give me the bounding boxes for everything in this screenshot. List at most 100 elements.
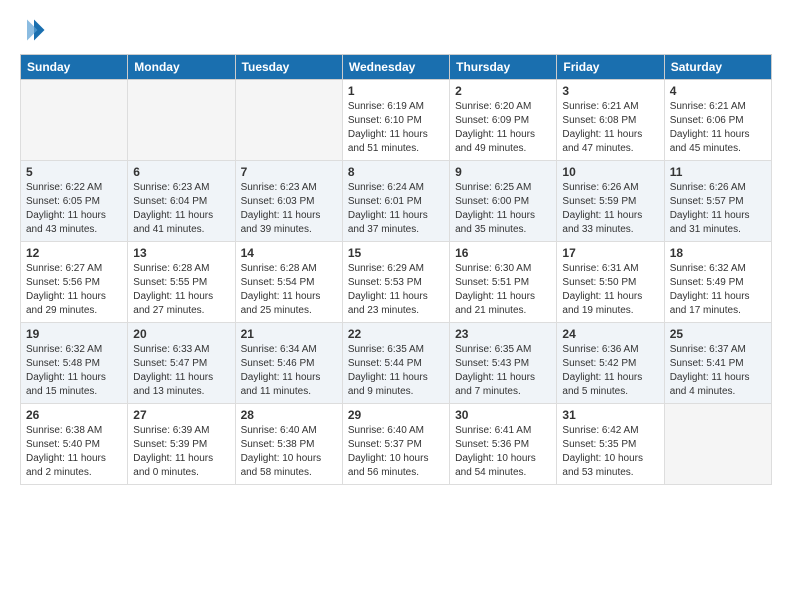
day-cell: 22Sunrise: 6:35 AM Sunset: 5:44 PM Dayli… (342, 323, 449, 404)
day-number: 19 (26, 327, 122, 341)
day-number: 27 (133, 408, 229, 422)
day-cell: 3 Sunrise: 6:21 AM Sunset: 6:08 PM Daylig… (557, 80, 664, 161)
day-number: 14 (241, 246, 337, 260)
day-info: Sunrise: 6:21 AM Sunset: 6:08 PM Dayligh… (562, 100, 658, 156)
day-info: Sunrise: 6:26 AM Sunset: 5:59 PM Dayligh… (562, 181, 658, 237)
day-cell: 18 Sunrise: 6:32 AM Sunset: 5:49 PM Dayli… (664, 242, 771, 323)
day-cell (235, 80, 342, 161)
day-info: Sunrise: 6:40 AM Sunset: 5:38 PM Dayligh… (241, 424, 337, 480)
week-row-2: 5Sunrise: 6:22 AM Sunset: 6:05 PM Daylig… (21, 161, 772, 242)
day-info: Sunrise: 6:41 AM Sunset: 5:36 PM Dayligh… (455, 424, 551, 480)
week-row-3: 12Sunrise: 6:27 AM Sunset: 5:56 PM Dayli… (21, 242, 772, 323)
weekday-header-monday: Monday (128, 55, 235, 80)
day-cell: 16 Sunrise: 6:30 AM Sunset: 5:51 PM Dayli… (450, 242, 557, 323)
day-cell (21, 80, 128, 161)
day-cell: 12Sunrise: 6:27 AM Sunset: 5:56 PM Dayli… (21, 242, 128, 323)
day-info: Sunrise: 6:42 AM Sunset: 5:35 PM Dayligh… (562, 424, 658, 480)
day-number: 23 (455, 327, 551, 341)
day-number: 20 (133, 327, 229, 341)
day-info: Sunrise: 6:29 AM Sunset: 5:53 PM Dayligh… (348, 262, 444, 318)
weekday-header-saturday: Saturday (664, 55, 771, 80)
day-info: Sunrise: 6:35 AM Sunset: 5:43 PM Dayligh… (455, 343, 551, 399)
day-number: 1 (348, 84, 444, 98)
day-number: 25 (670, 327, 766, 341)
day-number: 22 (348, 327, 444, 341)
weekday-header-tuesday: Tuesday (235, 55, 342, 80)
day-cell: 29Sunrise: 6:40 AM Sunset: 5:37 PM Dayli… (342, 404, 449, 485)
day-number: 17 (562, 246, 658, 260)
day-cell: 2Sunrise: 6:20 AM Sunset: 6:09 PM Daylig… (450, 80, 557, 161)
day-cell: 31 Sunrise: 6:42 AM Sunset: 5:35 PM Dayli… (557, 404, 664, 485)
logo-icon (20, 16, 48, 44)
day-info: Sunrise: 6:21 AM Sunset: 6:06 PM Dayligh… (670, 100, 766, 156)
day-number: 15 (348, 246, 444, 260)
day-info: Sunrise: 6:39 AM Sunset: 5:39 PM Dayligh… (133, 424, 229, 480)
day-cell: 7 Sunrise: 6:23 AM Sunset: 6:03 PM Daylig… (235, 161, 342, 242)
page: SundayMondayTuesdayWednesdayThursdayFrid… (0, 0, 792, 612)
day-info: Sunrise: 6:27 AM Sunset: 5:56 PM Dayligh… (26, 262, 122, 318)
header (20, 16, 772, 44)
day-number: 13 (133, 246, 229, 260)
day-cell: 19 Sunrise: 6:32 AM Sunset: 5:48 PM Dayli… (21, 323, 128, 404)
day-info: Sunrise: 6:32 AM Sunset: 5:49 PM Dayligh… (670, 262, 766, 318)
day-cell: 26 Sunrise: 6:38 AM Sunset: 5:40 PM Dayli… (21, 404, 128, 485)
day-number: 11 (670, 165, 766, 179)
day-number: 16 (455, 246, 551, 260)
day-info: Sunrise: 6:33 AM Sunset: 5:47 PM Dayligh… (133, 343, 229, 399)
day-cell: 30 Sunrise: 6:41 AM Sunset: 5:36 PM Dayli… (450, 404, 557, 485)
day-cell: 14 Sunrise: 6:28 AM Sunset: 5:54 PM Dayli… (235, 242, 342, 323)
day-cell: 6 Sunrise: 6:23 AM Sunset: 6:04 PM Daylig… (128, 161, 235, 242)
day-cell: 5Sunrise: 6:22 AM Sunset: 6:05 PM Daylig… (21, 161, 128, 242)
day-cell: 27 Sunrise: 6:39 AM Sunset: 5:39 PM Dayli… (128, 404, 235, 485)
day-number: 31 (562, 408, 658, 422)
day-cell: 17 Sunrise: 6:31 AM Sunset: 5:50 PM Dayli… (557, 242, 664, 323)
day-info: Sunrise: 6:34 AM Sunset: 5:46 PM Dayligh… (241, 343, 337, 399)
day-cell: 13 Sunrise: 6:28 AM Sunset: 5:55 PM Dayli… (128, 242, 235, 323)
day-info: Sunrise: 6:28 AM Sunset: 5:55 PM Dayligh… (133, 262, 229, 318)
logo (20, 16, 52, 44)
day-cell: 20 Sunrise: 6:33 AM Sunset: 5:47 PM Dayli… (128, 323, 235, 404)
day-info: Sunrise: 6:19 AM Sunset: 6:10 PM Dayligh… (348, 100, 444, 156)
day-number: 21 (241, 327, 337, 341)
day-info: Sunrise: 6:23 AM Sunset: 6:03 PM Dayligh… (241, 181, 337, 237)
day-info: Sunrise: 6:23 AM Sunset: 6:04 PM Dayligh… (133, 181, 229, 237)
day-cell (128, 80, 235, 161)
day-number: 9 (455, 165, 551, 179)
day-number: 26 (26, 408, 122, 422)
day-info: Sunrise: 6:38 AM Sunset: 5:40 PM Dayligh… (26, 424, 122, 480)
day-info: Sunrise: 6:37 AM Sunset: 5:41 PM Dayligh… (670, 343, 766, 399)
weekday-header-sunday: Sunday (21, 55, 128, 80)
day-number: 6 (133, 165, 229, 179)
day-cell: 1 Sunrise: 6:19 AM Sunset: 6:10 PM Daylig… (342, 80, 449, 161)
day-cell: 4 Sunrise: 6:21 AM Sunset: 6:06 PM Daylig… (664, 80, 771, 161)
day-number: 5 (26, 165, 122, 179)
day-cell (664, 404, 771, 485)
day-info: Sunrise: 6:24 AM Sunset: 6:01 PM Dayligh… (348, 181, 444, 237)
week-row-5: 26 Sunrise: 6:38 AM Sunset: 5:40 PM Dayli… (21, 404, 772, 485)
weekday-header-wednesday: Wednesday (342, 55, 449, 80)
day-cell: 15 Sunrise: 6:29 AM Sunset: 5:53 PM Dayli… (342, 242, 449, 323)
day-cell: 9Sunrise: 6:25 AM Sunset: 6:00 PM Daylig… (450, 161, 557, 242)
day-info: Sunrise: 6:26 AM Sunset: 5:57 PM Dayligh… (670, 181, 766, 237)
day-info: Sunrise: 6:28 AM Sunset: 5:54 PM Dayligh… (241, 262, 337, 318)
day-cell: 24 Sunrise: 6:36 AM Sunset: 5:42 PM Dayli… (557, 323, 664, 404)
day-number: 3 (562, 84, 658, 98)
day-info: Sunrise: 6:36 AM Sunset: 5:42 PM Dayligh… (562, 343, 658, 399)
day-cell: 25 Sunrise: 6:37 AM Sunset: 5:41 PM Dayli… (664, 323, 771, 404)
day-number: 7 (241, 165, 337, 179)
weekday-header-friday: Friday (557, 55, 664, 80)
day-info: Sunrise: 6:30 AM Sunset: 5:51 PM Dayligh… (455, 262, 551, 318)
day-number: 30 (455, 408, 551, 422)
day-info: Sunrise: 6:31 AM Sunset: 5:50 PM Dayligh… (562, 262, 658, 318)
calendar-table: SundayMondayTuesdayWednesdayThursdayFrid… (20, 54, 772, 485)
day-number: 24 (562, 327, 658, 341)
day-number: 18 (670, 246, 766, 260)
day-cell: 21 Sunrise: 6:34 AM Sunset: 5:46 PM Dayli… (235, 323, 342, 404)
day-number: 4 (670, 84, 766, 98)
day-cell: 8Sunrise: 6:24 AM Sunset: 6:01 PM Daylig… (342, 161, 449, 242)
day-cell: 28Sunrise: 6:40 AM Sunset: 5:38 PM Dayli… (235, 404, 342, 485)
day-number: 10 (562, 165, 658, 179)
weekday-header-thursday: Thursday (450, 55, 557, 80)
day-info: Sunrise: 6:20 AM Sunset: 6:09 PM Dayligh… (455, 100, 551, 156)
day-info: Sunrise: 6:32 AM Sunset: 5:48 PM Dayligh… (26, 343, 122, 399)
